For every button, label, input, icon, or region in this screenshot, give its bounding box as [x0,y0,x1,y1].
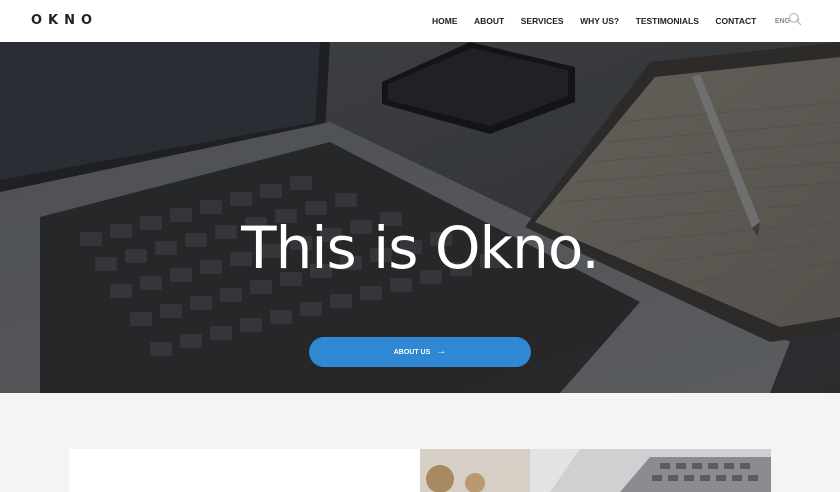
hero-section: This is Okno. ABOUT US → [0,42,840,393]
nav-testimonials[interactable]: TESTIMONIALS [636,16,699,26]
about-photo [420,449,771,492]
about-text-card [69,449,420,492]
about-us-button-label: ABOUT US [393,348,431,356]
about-photo-image [420,449,771,492]
nav-home[interactable]: HOME [432,16,458,26]
about-section [0,393,840,492]
arrow-right-icon: → [436,346,447,357]
about-us-button[interactable]: ABOUT US → [309,337,531,367]
search-icon[interactable] [788,12,802,26]
hero-title: This is Okno. [241,214,600,282]
logo[interactable]: OKNO [31,13,98,28]
main-nav: HOME ABOUT SERVICES WHY US? TESTIMONIALS… [432,16,801,26]
nav-why-us[interactable]: WHY US? [580,16,619,26]
nav-about[interactable]: ABOUT [474,16,504,26]
nav-services[interactable]: SERVICES [521,16,564,26]
site-header: OKNO HOME ABOUT SERVICES WHY US? TESTIMO… [0,0,840,42]
nav-contact[interactable]: CONTACT [715,16,756,26]
